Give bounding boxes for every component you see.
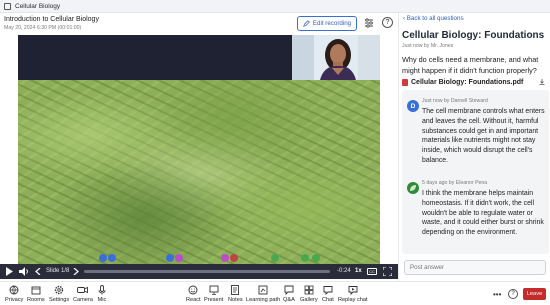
- timeline-marker[interactable]: [221, 254, 229, 262]
- qa-button[interactable]: Q&A: [283, 285, 295, 303]
- answer-text: I think the membrane helps maintain home…: [422, 190, 544, 237]
- chat-button[interactable]: Chat: [322, 285, 334, 303]
- privacy-button[interactable]: Privacy: [5, 285, 23, 303]
- question-text: Why do cells need a membrane, and what m…: [402, 55, 539, 75]
- recording-title: Introduction to Cellular Biology: [4, 16, 99, 23]
- toolbar-label: Learning path: [246, 297, 281, 303]
- filter-icon[interactable]: [364, 18, 374, 28]
- fullscreen-icon[interactable]: [383, 267, 392, 276]
- toolbar-label: Chat: [322, 297, 334, 303]
- back-to-questions-link[interactable]: ‹ Back to all questions: [403, 15, 464, 22]
- app-icon: [4, 2, 11, 10]
- player-controls: Slide 1/8 -0:24 1x CC: [0, 264, 398, 279]
- toolbar-label: Present: [204, 297, 224, 303]
- present-button[interactable]: Present: [204, 285, 223, 303]
- timeline-markers: [0, 254, 380, 264]
- more-icon[interactable]: •••: [493, 290, 501, 299]
- timeline-marker[interactable]: [99, 254, 107, 262]
- edit-recording-button[interactable]: Edit recording: [297, 16, 357, 31]
- pdf-icon: [402, 79, 408, 86]
- toolbar-label: Mic: [97, 297, 107, 303]
- rooms-button[interactable]: Rooms: [27, 285, 45, 303]
- mic-icon: [98, 285, 106, 295]
- recording-header: Introduction to Cellular Biology May 20,…: [0, 13, 398, 35]
- toolbar-label: Privacy: [5, 297, 24, 303]
- bottom-toolbar: Privacy Rooms Settings Camera Mic React …: [0, 281, 550, 305]
- attachment-name: Cellular Biology: Foundations.pdf: [411, 79, 524, 86]
- chat-icon: [323, 286, 333, 295]
- toolbar-label: Notes: [228, 297, 243, 303]
- slide-image: [18, 80, 380, 264]
- mic-button[interactable]: Mic: [97, 285, 107, 303]
- settings-button[interactable]: Settings: [49, 285, 69, 303]
- pencil-icon: [303, 20, 310, 27]
- gear-icon: [54, 285, 64, 295]
- question-meta: Just now by Mr. Jones: [402, 43, 454, 49]
- time-remaining: -0:24: [337, 268, 351, 274]
- timeline-marker[interactable]: [108, 254, 116, 262]
- rooms-icon: [31, 286, 41, 295]
- window-title: Cellular Biology: [15, 2, 61, 10]
- toolbar-label: Q&A: [283, 297, 295, 303]
- replay-chat-icon: [348, 286, 358, 295]
- gallery-button[interactable]: Gallery: [300, 285, 318, 303]
- prev-slide-icon[interactable]: [35, 268, 41, 275]
- recording-date: May 20, 2024 6:30 PM (00:01:00): [4, 25, 82, 31]
- toolbar-label: Settings: [49, 297, 70, 303]
- toolbar-label: Replay chat: [338, 297, 368, 303]
- presenter-image: [292, 35, 380, 80]
- path-icon: [258, 285, 268, 295]
- download-icon[interactable]: [539, 79, 545, 85]
- help-icon[interactable]: ?: [508, 289, 518, 299]
- title-bar: Cellular Biology: [0, 0, 550, 13]
- toolbar-label: Rooms: [27, 297, 45, 303]
- timeline-marker[interactable]: [301, 254, 309, 262]
- notes-button[interactable]: Notes: [228, 285, 243, 303]
- timeline-marker[interactable]: [230, 254, 238, 262]
- back-label: Back to all questions: [406, 15, 464, 22]
- camera-icon: [77, 286, 89, 294]
- toolbar-label: React: [186, 297, 201, 303]
- attachment-row[interactable]: Cellular Biology: Foundations.pdf: [402, 77, 549, 88]
- edit-recording-label: Edit recording: [312, 20, 352, 27]
- video-player[interactable]: [18, 35, 380, 264]
- seek-bar[interactable]: [84, 270, 330, 273]
- avatar: [407, 182, 419, 194]
- playback-speed[interactable]: 1x: [355, 268, 362, 274]
- globe-icon: [9, 285, 19, 295]
- answers-list: D Just now by Darnell Steward The cell m…: [402, 90, 549, 254]
- smile-icon: [188, 285, 198, 295]
- react-button[interactable]: React: [186, 285, 201, 303]
- qa-icon: [284, 285, 294, 295]
- play-icon[interactable]: [5, 267, 13, 276]
- leaf-icon: [410, 185, 416, 191]
- volume-icon[interactable]: [19, 267, 29, 276]
- camera-button[interactable]: Camera: [73, 285, 93, 303]
- answer-meta: Just now by Darnell Steward: [422, 98, 488, 104]
- present-icon: [209, 285, 219, 295]
- avatar: D: [407, 100, 419, 112]
- toolbar-label: Gallery: [300, 297, 318, 303]
- toolbar-label: Camera: [73, 297, 93, 303]
- gallery-icon: [304, 285, 314, 295]
- question-title: Cellular Biology: Foundations: [402, 30, 545, 41]
- captions-icon[interactable]: CC: [367, 268, 377, 275]
- replay-chat-button[interactable]: Replay chat: [338, 285, 368, 303]
- leave-button[interactable]: Leave: [523, 288, 546, 300]
- timeline-marker[interactable]: [312, 254, 320, 262]
- notes-icon: [231, 285, 240, 295]
- post-answer-field[interactable]: [404, 260, 546, 275]
- timeline-marker[interactable]: [166, 254, 174, 262]
- answer-meta: 5 days ago by Eleanor Pena: [422, 180, 488, 186]
- timeline-marker[interactable]: [175, 254, 183, 262]
- answer-text: The cell membrane controls what enters a…: [422, 108, 545, 164]
- slide-counter: Slide 1/8: [46, 268, 70, 274]
- next-slide-icon[interactable]: [73, 268, 79, 275]
- qa-panel: ‹ Back to all questions Cellular Biology…: [398, 13, 550, 281]
- post-answer-input[interactable]: [405, 261, 545, 274]
- learning-path-button[interactable]: Learning path: [246, 285, 280, 303]
- help-icon[interactable]: ?: [382, 17, 393, 28]
- presenter-camera: [292, 35, 380, 80]
- timeline-marker[interactable]: [271, 254, 279, 262]
